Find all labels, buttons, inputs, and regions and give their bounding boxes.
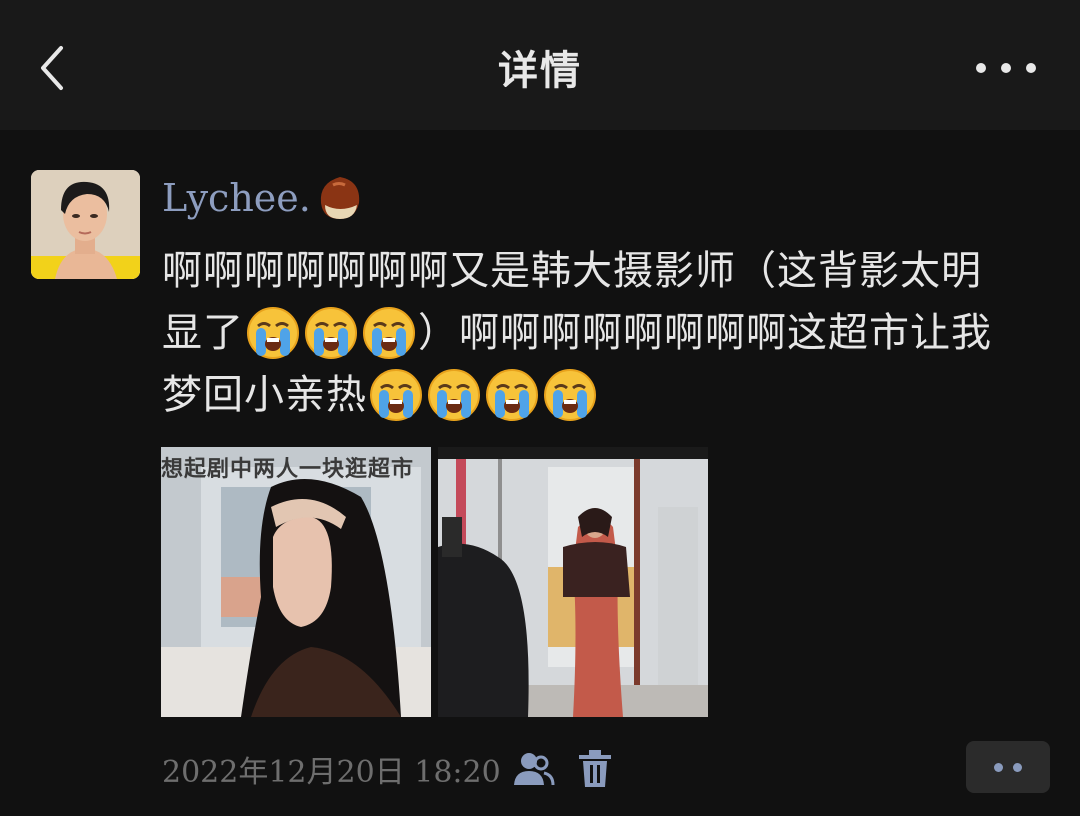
avatar[interactable] xyxy=(31,170,140,279)
post-footer: 2022年12月20日 18:20 xyxy=(162,745,613,793)
photo-caption: 想起剧中两人一块逛超市 xyxy=(161,457,415,482)
crying-face-emoji-icon xyxy=(427,368,481,422)
author-name[interactable]: Lychee. xyxy=(162,172,365,224)
like-comment-button[interactable] xyxy=(966,741,1050,793)
post-line-1: 啊啊啊啊啊啊啊又是韩大摄影师（这背影太明 xyxy=(162,240,1047,302)
chestnut-emoji-icon xyxy=(320,177,360,219)
avatar-image xyxy=(31,170,140,279)
crying-face-emoji-icon xyxy=(485,368,539,422)
post-text-segment: 梦回小亲热 xyxy=(162,372,367,418)
crying-face-emoji-icon xyxy=(304,306,358,360)
photo-image xyxy=(438,447,708,717)
crying-face-emoji-icon xyxy=(543,368,597,422)
post-line-2: 显了 ）啊啊啊啊啊啊啊啊这超市让我 xyxy=(162,302,1047,364)
post-timestamp: 2022年12月20日 18:20 xyxy=(162,755,501,790)
friends-icon[interactable] xyxy=(511,749,555,789)
post-text-segment: ）啊啊啊啊啊啊啊啊这超市让我 xyxy=(418,310,992,356)
post-line-3: 梦回小亲热 xyxy=(162,364,1047,426)
crying-face-emoji-icon xyxy=(362,306,416,360)
post-photo-2[interactable] xyxy=(438,447,708,717)
post-text-segment: 啊啊啊啊啊啊啊又是韩大摄影师（这背影太明 xyxy=(162,248,982,294)
crying-face-emoji-icon xyxy=(369,368,423,422)
trash-icon[interactable] xyxy=(577,749,613,789)
post-text-segment: 显了 xyxy=(162,310,244,356)
page-title: 详情 xyxy=(498,48,582,94)
author-name-text: Lychee. xyxy=(162,176,311,220)
more-options-button[interactable] xyxy=(976,50,1036,86)
more-dots-icon xyxy=(976,63,986,73)
post-body: 啊啊啊啊啊啊啊又是韩大摄影师（这背影太明 显了 ）啊啊啊啊啊啊啊啊这超市让我 梦… xyxy=(162,240,1047,426)
top-navigation-bar: 详情 xyxy=(0,0,1080,130)
crying-face-emoji-icon xyxy=(246,306,300,360)
post-photo-1[interactable]: 想起剧中两人一块逛超市 xyxy=(161,447,431,717)
photo-image xyxy=(161,447,431,717)
comment-like-dots-icon xyxy=(994,762,1003,772)
